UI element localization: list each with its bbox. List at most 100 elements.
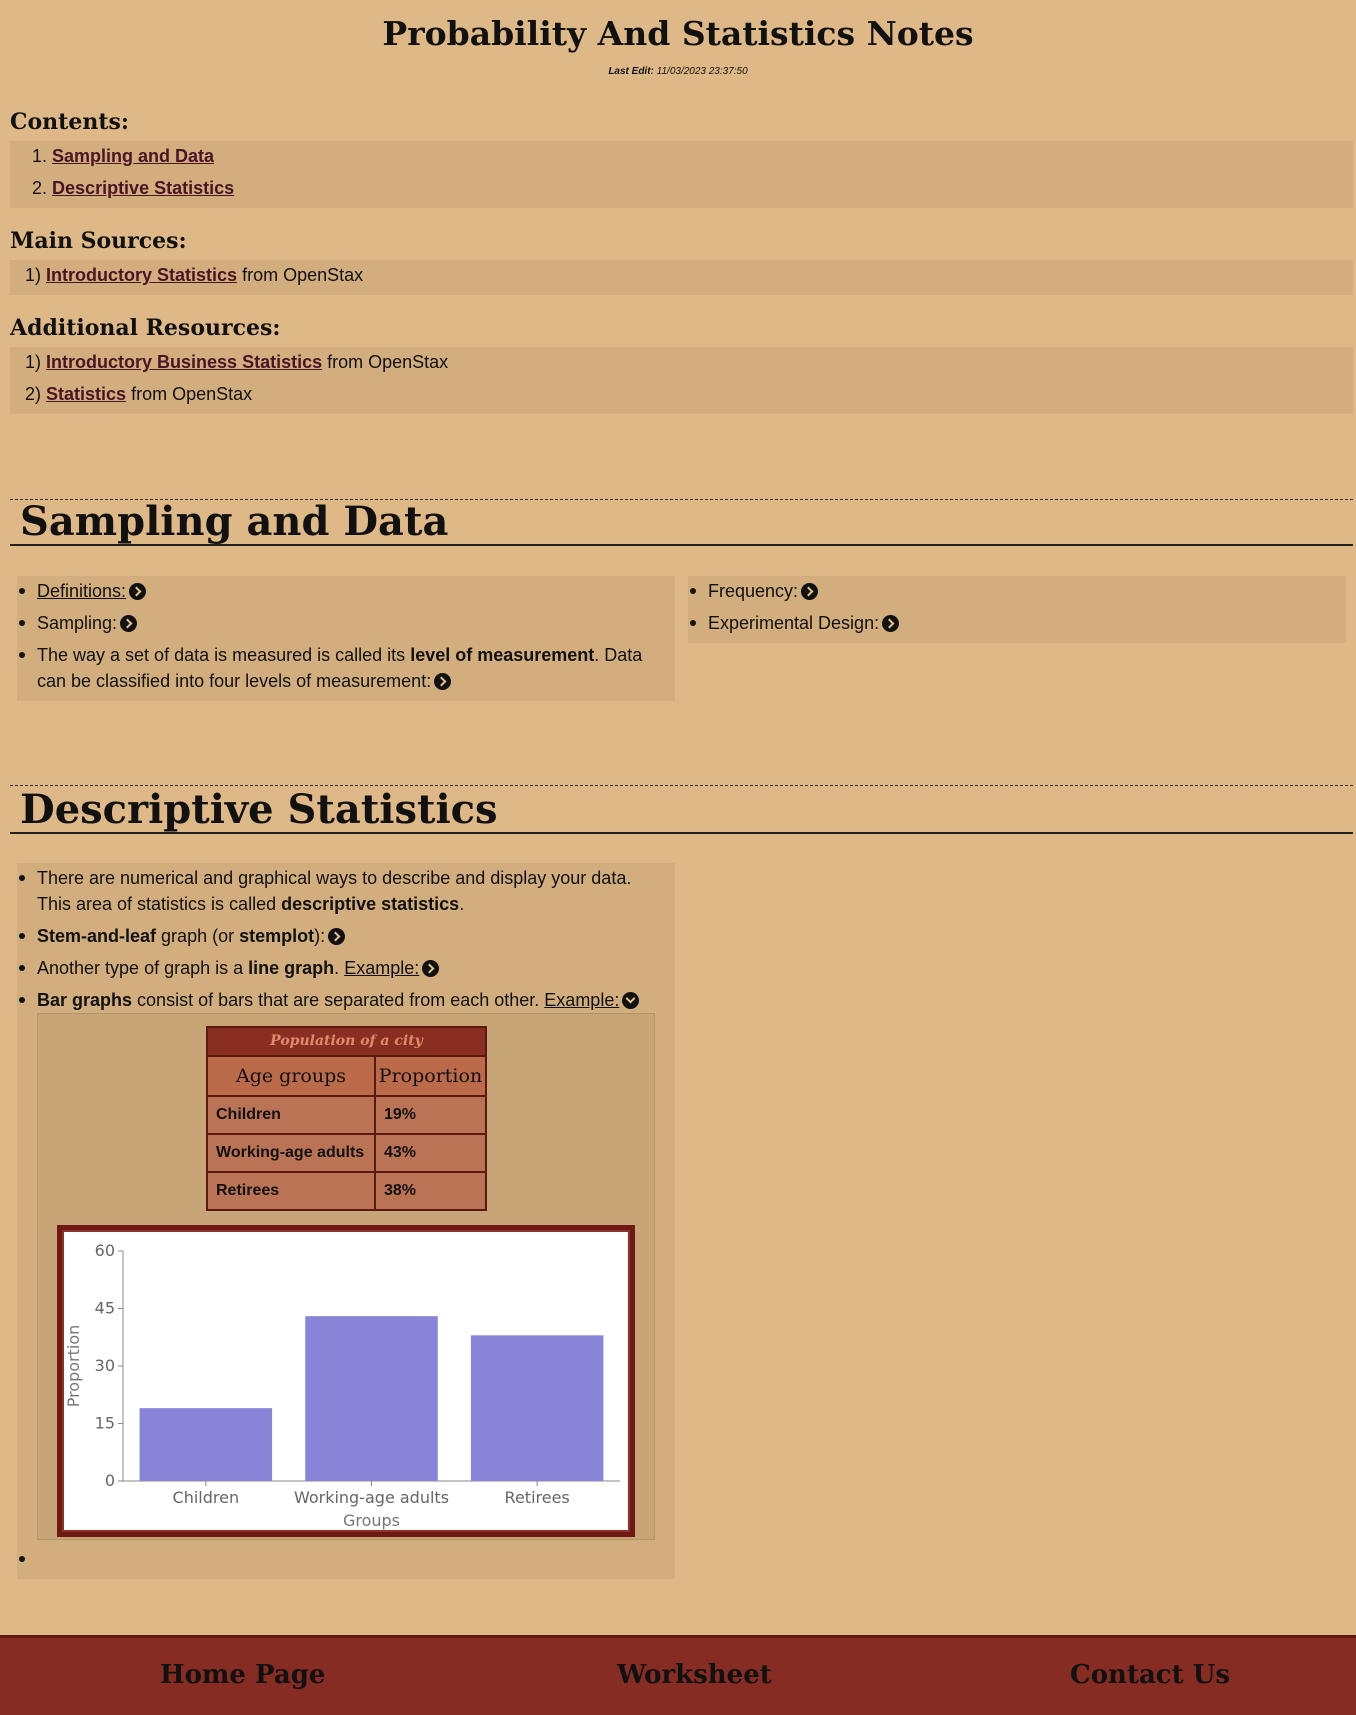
bold-text: level of measurement (410, 645, 595, 665)
chevron-down-icon[interactable] (622, 992, 640, 1009)
bold-text: Stem-and-leaf (37, 926, 157, 946)
y-tick-label: 45 (95, 1299, 115, 1318)
descriptive-item-bar-graphs[interactable]: Bar graphs consist of bars that are sepa… (37, 987, 640, 1013)
last-edit-value: 11/03/2023 23:37:50 (656, 66, 748, 77)
bar-working-age-adults (305, 1316, 438, 1481)
bullet (19, 588, 25, 594)
bullet (19, 652, 25, 658)
bullet (690, 620, 696, 626)
y-tick-label: 0 (105, 1471, 115, 1490)
chevron-right-icon[interactable] (120, 615, 138, 632)
main-sources-heading: Main Sources: (10, 228, 187, 254)
footer-home-link[interactable]: Home Page (160, 1660, 325, 1690)
table-header-row: Age groups Proportion (206, 1055, 487, 1097)
text: . Data (594, 645, 643, 665)
section-title-sampling: Sampling and Data (20, 498, 449, 545)
descriptive-intro: There are numerical and graphical ways t… (37, 865, 667, 917)
main-sources-list: 1) Introductory Statistics from OpenStax (10, 260, 1353, 295)
table-row: Working-age adults 43% (206, 1133, 487, 1173)
sampling-item-experimental-design[interactable]: Experimental Design: (708, 610, 900, 636)
bold-text: stemplot (239, 926, 315, 946)
sampling-label: Sampling: (37, 613, 118, 633)
footer-nav: Home Page Worksheet Contact Us (0, 1635, 1356, 1715)
table-cell: Retirees (206, 1171, 376, 1211)
y-tick-label: 15 (95, 1414, 115, 1433)
table-cell: Working-age adults (206, 1133, 376, 1173)
resource-item: 2) Statistics from OpenStax (25, 384, 252, 405)
table-cell: Children (206, 1095, 376, 1135)
resource-suffix: from OpenStax (327, 352, 449, 372)
source-item: 1) Introductory Statistics from OpenStax (25, 265, 363, 286)
sampling-item-frequency[interactable]: Frequency: (708, 578, 819, 604)
sampling-item-sampling[interactable]: Sampling: (37, 610, 138, 636)
bullet (19, 875, 25, 881)
y-tick-label: 30 (95, 1356, 115, 1375)
table-cell: 19% (374, 1095, 487, 1135)
bullet (690, 588, 696, 594)
contents-list: 1. Sampling and Data 2. Descriptive Stat… (10, 141, 1353, 208)
contents-item-number: 2. (32, 178, 48, 198)
chevron-right-icon[interactable] (882, 615, 900, 632)
text: ): (314, 926, 326, 946)
additional-resources-list: 1) Introductory Business Statistics from… (10, 347, 1353, 414)
bold-text: line graph (248, 958, 335, 978)
bullet (19, 997, 25, 1003)
definitions-link[interactable]: Definitions: (37, 581, 126, 601)
source-suffix: from OpenStax (242, 265, 364, 285)
chevron-right-icon[interactable] (422, 960, 440, 977)
last-edit-label: Last Edit: (608, 66, 654, 77)
bold-text: Bar graphs (37, 990, 133, 1010)
table-row: Retirees 38% (206, 1171, 487, 1211)
table-row: Children 19% (206, 1095, 487, 1135)
contents-heading: Contents: (10, 109, 130, 135)
population-table: Population of a city Age groups Proporti… (206, 1026, 487, 1211)
text: Another type of graph is a (37, 958, 244, 978)
section-underline (10, 832, 1353, 834)
footer-worksheet-link[interactable]: Worksheet (617, 1660, 772, 1690)
section-title-descriptive: Descriptive Statistics (20, 786, 498, 833)
contents-link-descriptive[interactable]: Descriptive Statistics (52, 178, 234, 198)
text: This area of statistics is called (37, 894, 277, 914)
x-axis-label: Groups (343, 1511, 400, 1530)
bar-chart: 0 15 30 45 60 Children Working-age adults Retir… (64, 1241, 620, 1530)
bar-children (139, 1408, 273, 1481)
frequency-label: Frequency: (708, 581, 799, 601)
chevron-right-icon[interactable] (801, 583, 819, 600)
experimental-label: Experimental Design: (708, 613, 880, 633)
text: . (334, 958, 340, 978)
resource-item: 1) Introductory Business Statistics from… (25, 352, 448, 373)
chevron-right-icon[interactable] (328, 928, 346, 945)
table-header: Proportion (374, 1055, 487, 1097)
text: There are numerical and graphical ways t… (37, 868, 632, 888)
descriptive-item-line-graph[interactable]: Another type of graph is a line graph. E… (37, 955, 440, 981)
resource-number: 2) (25, 384, 42, 404)
resource-link-business-statistics[interactable]: Introductory Business Statistics (46, 352, 322, 372)
table-cell: 43% (374, 1133, 487, 1173)
text: can be classified into four levels of me… (37, 671, 432, 691)
bullet (19, 1556, 25, 1562)
footer-contact-link[interactable]: Contact Us (1070, 1660, 1230, 1690)
sampling-item-definitions[interactable]: Definitions: (37, 578, 147, 604)
x-tick-label: Working-age adults (294, 1488, 449, 1507)
y-tick-label: 60 (95, 1241, 115, 1260)
contents-item: 1. Sampling and Data (32, 146, 214, 167)
resource-number: 1) (25, 352, 42, 372)
text: The way a set of data is measured is cal… (37, 645, 406, 665)
chevron-right-icon[interactable] (434, 673, 452, 690)
descriptive-item-stemplot[interactable]: Stem-and-leaf graph (or stemplot): (37, 923, 346, 949)
bar-chart-frame: 0 15 30 45 60 Children Working-age adults Retir… (57, 1225, 635, 1537)
additional-resources-heading: Additional Resources: (10, 315, 281, 341)
contents-link-sampling[interactable]: Sampling and Data (52, 146, 214, 166)
resource-link-statistics[interactable]: Statistics (46, 384, 126, 404)
last-edit: Last Edit: 11/03/2023 23:37:50 (0, 66, 1356, 77)
y-axis-label: Proportion (64, 1325, 83, 1408)
bar-graph-example-link[interactable]: Example: (544, 990, 619, 1010)
line-graph-example-link[interactable]: Example: (344, 958, 419, 978)
table-caption: Population of a city (206, 1026, 487, 1055)
text: . (459, 894, 465, 914)
chevron-right-icon[interactable] (129, 583, 147, 600)
resource-suffix: from OpenStax (131, 384, 253, 404)
sampling-item-level-of-measurement: The way a set of data is measured is cal… (37, 642, 667, 694)
bold-text: descriptive statistics (281, 894, 460, 914)
source-link-introductory-statistics[interactable]: Introductory Statistics (46, 265, 237, 285)
